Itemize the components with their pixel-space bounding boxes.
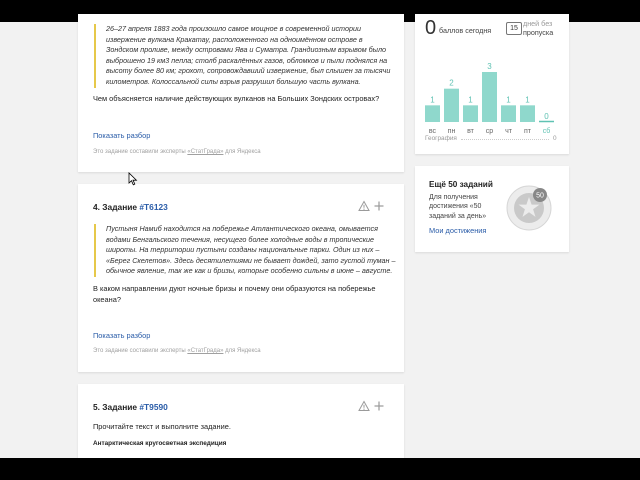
task-number-link[interactable]: #T9590 bbox=[139, 402, 167, 412]
weekly-activity-chart: 1 вс 2 пн 1 вт 3 ср 1 чт 1 пт 0 сб bbox=[425, 62, 554, 135]
task-card-top: 26–27 апреля 1883 года произошло самое м… bbox=[78, 14, 404, 172]
task-title: 4. Задание #T6123 bbox=[93, 202, 168, 212]
task-number-link[interactable]: #T6123 bbox=[139, 202, 167, 212]
bar-value-label: 1 bbox=[506, 95, 511, 104]
bar-чт bbox=[501, 105, 516, 122]
bar-value-label: 1 bbox=[468, 95, 473, 104]
geography-progress-line bbox=[461, 139, 549, 140]
statgrad-link[interactable]: «СтатГрада» bbox=[187, 149, 223, 155]
mouse-cursor-icon bbox=[128, 172, 138, 186]
task-card-4: 4. Задание #T6123 Пустыня Намиб находитс… bbox=[78, 184, 404, 372]
points-today-value: 0 bbox=[425, 17, 437, 39]
task-quote: Пустыня Намиб находится на побережье Атл… bbox=[94, 224, 406, 277]
achievement-card: Ещё 50 заданий Для получения достижения … bbox=[415, 166, 569, 252]
day-label-вс: вс bbox=[429, 128, 437, 135]
show-solution-link[interactable]: Показать разбор bbox=[93, 331, 150, 340]
day-label-вт: вт bbox=[467, 128, 475, 135]
day-label-чт: чт bbox=[505, 128, 513, 135]
bottom-black-bar bbox=[0, 458, 640, 480]
geography-label: География bbox=[425, 135, 457, 142]
add-plus-icon[interactable] bbox=[373, 200, 385, 212]
day-label-сб: сб bbox=[543, 127, 551, 135]
achievement-title: Ещё 50 заданий bbox=[429, 180, 493, 189]
bar-value-label: 2 bbox=[449, 79, 454, 88]
task-title: 5. Задание #T9590 bbox=[93, 402, 168, 412]
report-warning-icon[interactable] bbox=[358, 400, 370, 412]
bar-вт bbox=[463, 105, 478, 122]
achievement-medal-icon: 50 bbox=[506, 185, 552, 231]
task-credit: Это задание составили эксперты «СтатГрад… bbox=[93, 149, 261, 155]
task-card-5: 5. Задание #T9590 Прочитайте текст и вып… bbox=[78, 384, 404, 464]
task-question: Чем объясняется наличие действующих вулк… bbox=[93, 94, 380, 103]
statgrad-link[interactable]: «СтатГрада» bbox=[187, 348, 223, 354]
bar-ср bbox=[482, 72, 497, 122]
my-achievements-link[interactable]: Мои достижения bbox=[429, 226, 486, 235]
task-question: В каком направлении дуют ночные бризы и … bbox=[93, 284, 376, 304]
report-warning-icon[interactable] bbox=[358, 200, 370, 212]
points-today-label: баллов сегодня bbox=[439, 26, 492, 35]
svg-text:50: 50 bbox=[536, 193, 544, 200]
task-quote: 26–27 апреля 1883 года произошло самое м… bbox=[94, 24, 406, 88]
add-plus-icon[interactable] bbox=[373, 400, 385, 412]
bar-value-label: 1 bbox=[525, 95, 530, 104]
stats-card: 0 баллов сегодня 15 дней без пропуска 1 в… bbox=[415, 14, 569, 154]
day-label-ср: ср bbox=[486, 128, 494, 135]
day-label-пн: пн bbox=[448, 128, 456, 135]
text-subtitle: Антарктическая кругосветная экспедиция bbox=[93, 440, 227, 447]
bar-пт bbox=[520, 105, 535, 122]
streak-label: дней без пропуска bbox=[523, 19, 554, 37]
task-instruction: Прочитайте текст и выполните задание. bbox=[93, 422, 231, 431]
geography-value: 0 bbox=[553, 135, 557, 142]
bar-value-label: 3 bbox=[487, 62, 492, 71]
show-solution-link[interactable]: Показать разбор bbox=[93, 131, 150, 140]
achievement-description: Для получения достижения «50 заданий за … bbox=[429, 194, 487, 220]
bar-value-label: 1 bbox=[430, 95, 435, 104]
bar-value-label: 0 bbox=[544, 112, 549, 121]
day-label-пт: пт bbox=[524, 128, 532, 135]
bar-вс bbox=[425, 105, 440, 122]
bar-пн bbox=[444, 88, 459, 122]
task-credit: Это задание составили эксперты «СтатГрад… bbox=[93, 348, 261, 354]
streak-badge: 15 bbox=[506, 22, 522, 35]
